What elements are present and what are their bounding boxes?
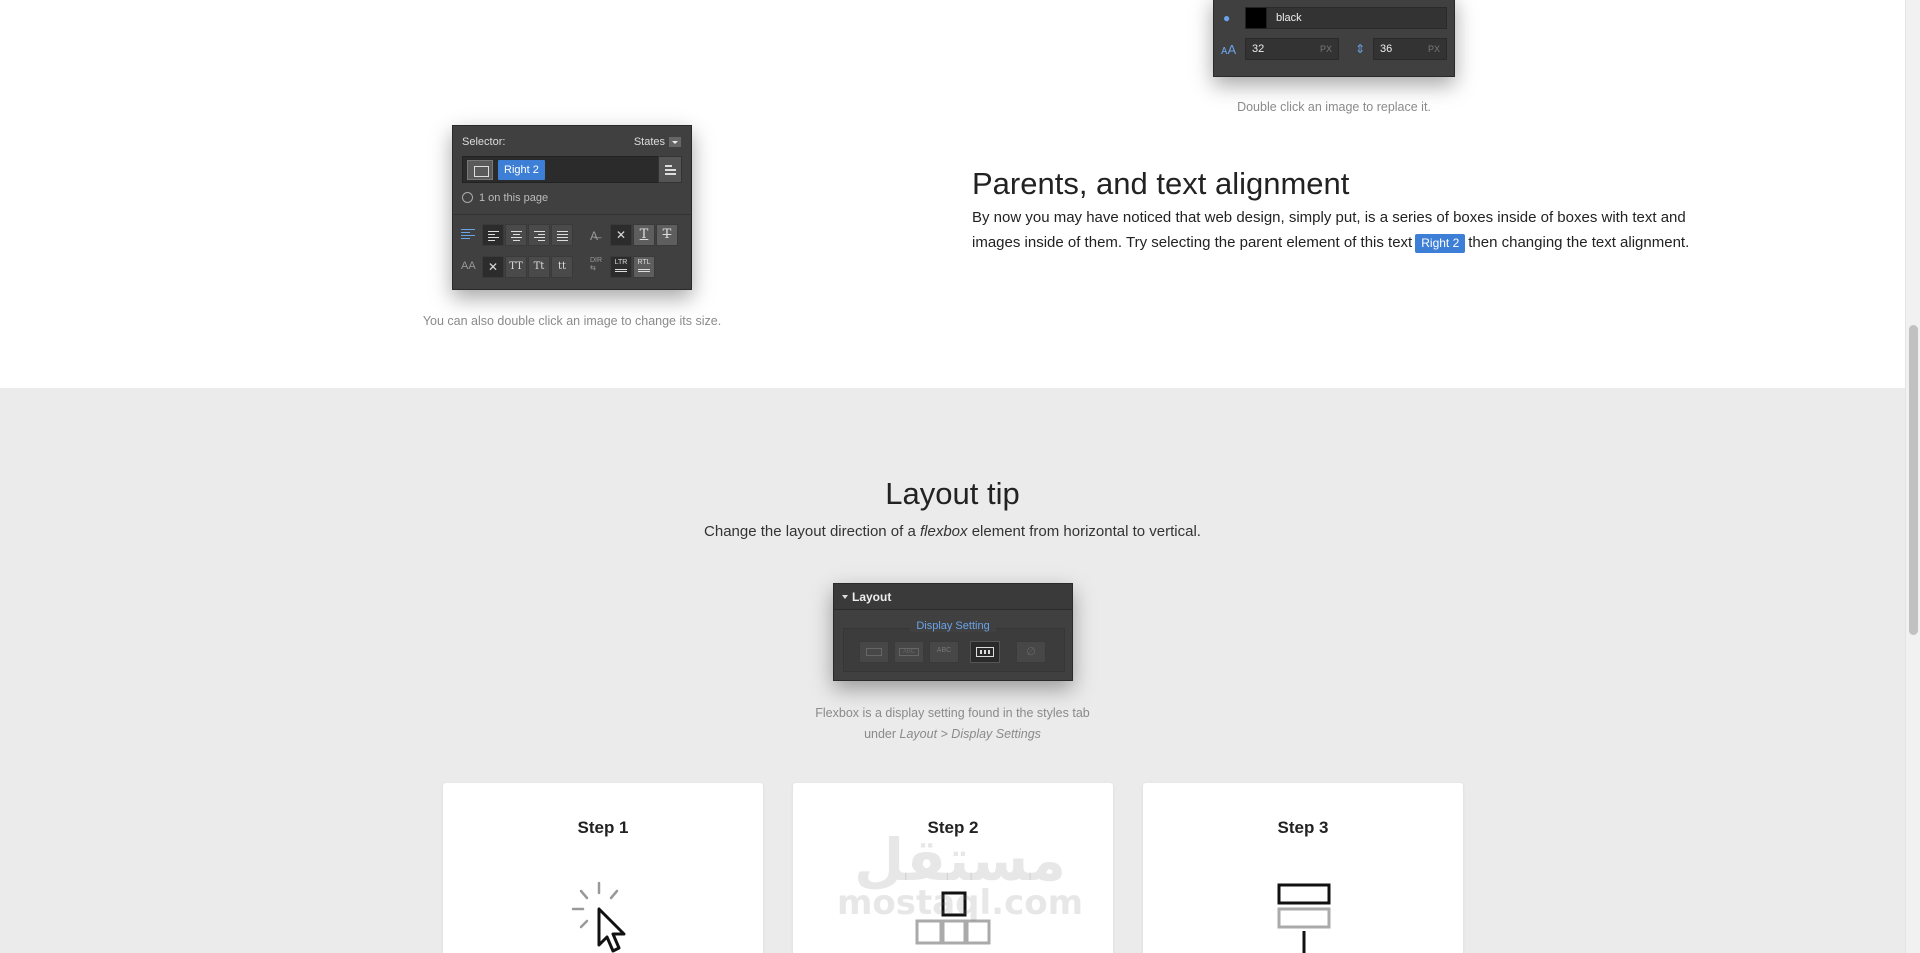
- font-size-value: 32: [1252, 43, 1265, 55]
- layout-panel-header[interactable]: Layout: [834, 584, 1072, 610]
- display-setting-box: ABC ABC ∅: [843, 628, 1065, 672]
- ltr-button[interactable]: LTR: [610, 256, 632, 278]
- font-size-row: ᴀA 32 PX ⇕ 36 PX: [1214, 38, 1454, 64]
- color-value: black: [1276, 12, 1302, 24]
- text-decoration-icon: A̶: [590, 229, 599, 243]
- class-chip[interactable]: Right 2: [498, 160, 545, 180]
- drop-icon: ●: [1223, 11, 1231, 25]
- layout-tip-subtitle: Change the layout direction of a flexbox…: [0, 523, 1905, 540]
- states-dropdown[interactable]: States: [634, 136, 681, 148]
- line-height-unit: PX: [1427, 44, 1440, 54]
- step-card-1: Step 1: [443, 783, 763, 953]
- display-inline-block-button[interactable]: ABC: [894, 641, 924, 663]
- selector-menu-button[interactable]: [658, 156, 682, 183]
- decoration-none-button[interactable]: ✕: [610, 224, 632, 246]
- rtl-button[interactable]: RTL: [633, 256, 655, 278]
- watermark-logo: مستقل mostaql.com: [830, 830, 1090, 920]
- strikethrough-button[interactable]: T: [656, 224, 678, 246]
- case-none-button[interactable]: ✕: [482, 256, 504, 278]
- selector-label: Selector:: [462, 136, 506, 148]
- selector-panel-image[interactable]: Selector: States Right 2 1 on this page: [452, 125, 692, 290]
- display-none-button[interactable]: ∅: [1016, 641, 1046, 663]
- font-size-icon: ᴀA: [1221, 42, 1237, 57]
- align-right-button[interactable]: [528, 224, 550, 246]
- line-height-field[interactable]: 36 PX: [1373, 38, 1447, 60]
- color-field[interactable]: black: [1245, 7, 1447, 29]
- target-icon: [462, 192, 473, 203]
- chevron-down-icon: [669, 137, 681, 148]
- dir-label: DIR: [590, 257, 603, 264]
- page-scrollbar[interactable]: [1905, 0, 1920, 953]
- align-justify-button[interactable]: [551, 224, 573, 246]
- layout-panel-image[interactable]: Layout ABC ABC ∅ Display Setting: [833, 583, 1073, 681]
- count-text: 1 on this page: [479, 192, 549, 204]
- color-row: ● black: [1214, 5, 1454, 31]
- subtitle-before: Change the layout direction of a: [704, 523, 916, 540]
- text-case-icon: AA: [461, 260, 476, 272]
- caption-resize-image: You can also double click an image to ch…: [422, 314, 722, 328]
- vertical-stack-icon: [1277, 883, 1331, 953]
- watermark-latin: mostaql.com: [836, 883, 1084, 923]
- inline-class-chip: Right 2: [1415, 233, 1466, 253]
- text-align-icon: [461, 227, 477, 243]
- element-box-icon: [467, 160, 493, 180]
- underline-button[interactable]: T: [633, 224, 655, 246]
- lowercase-button[interactable]: tt: [551, 256, 573, 278]
- states-label: States: [633, 136, 665, 148]
- paragraph-text-after: then changing the text alignment.: [1468, 233, 1690, 251]
- click-cursor-icon: [571, 881, 626, 953]
- display-inline-button[interactable]: ABC: [929, 641, 959, 663]
- parents-paragraph: By now you may have noticed that web des…: [972, 206, 1692, 255]
- capitalize-button[interactable]: Tt: [528, 256, 550, 278]
- step-title: Step 1: [577, 818, 629, 837]
- page: ● black ᴀA 32 PX ⇕ 36 PX Double click an: [0, 0, 1905, 953]
- line-height-value: 36: [1380, 43, 1393, 55]
- line-height-icon: ⇕: [1355, 42, 1366, 56]
- selector-count: 1 on this page: [462, 192, 548, 204]
- typography-panel-image[interactable]: ● black ᴀA 32 PX ⇕ 36 PX: [1213, 0, 1455, 77]
- caption-line-1: Flexbox is a display setting found in th…: [815, 706, 1090, 720]
- display-flex-button[interactable]: [970, 641, 1000, 663]
- rtl-label: RTL: [637, 259, 651, 266]
- caption-line-2-prefix: under: [864, 727, 897, 741]
- caption-line-2-emphasis: Layout > Display Settings: [899, 727, 1041, 741]
- font-size-field[interactable]: 32 PX: [1245, 38, 1339, 60]
- step-card-3: Step 3: [1143, 783, 1463, 953]
- panel-divider: [453, 214, 691, 215]
- scrollbar-thumb[interactable]: [1909, 325, 1918, 635]
- display-setting-label: Display Setting: [834, 620, 1072, 632]
- color-swatch[interactable]: [1245, 7, 1267, 29]
- font-size-unit: PX: [1319, 44, 1332, 54]
- watermark-arabic: مستقل: [853, 826, 1067, 894]
- subtitle-emphasis: flexbox: [920, 523, 968, 540]
- subtitle-after: element from horizontal to vertical.: [971, 523, 1201, 540]
- tutorial-section-top: ● black ᴀA 32 PX ⇕ 36 PX Double click an: [0, 0, 1905, 388]
- caption-replace-image: Double click an image to replace it.: [1237, 100, 1431, 114]
- layout-tip-title: Layout tip: [885, 476, 1020, 511]
- ltr-label: LTR: [614, 259, 628, 266]
- align-center-button[interactable]: [505, 224, 527, 246]
- step-title: Step 3: [1277, 818, 1329, 837]
- display-block-button[interactable]: [859, 641, 889, 663]
- selector-field[interactable]: Right 2: [462, 156, 659, 183]
- align-left-button[interactable]: [482, 224, 504, 246]
- display-setting-text: Display Setting: [910, 620, 996, 632]
- direction-icon: DIR ⇆: [590, 257, 603, 272]
- uppercase-button[interactable]: TT: [505, 256, 527, 278]
- flexbox-caption: Flexbox is a display setting found in th…: [0, 703, 1905, 745]
- parents-heading: Parents, and text alignment: [972, 166, 1350, 201]
